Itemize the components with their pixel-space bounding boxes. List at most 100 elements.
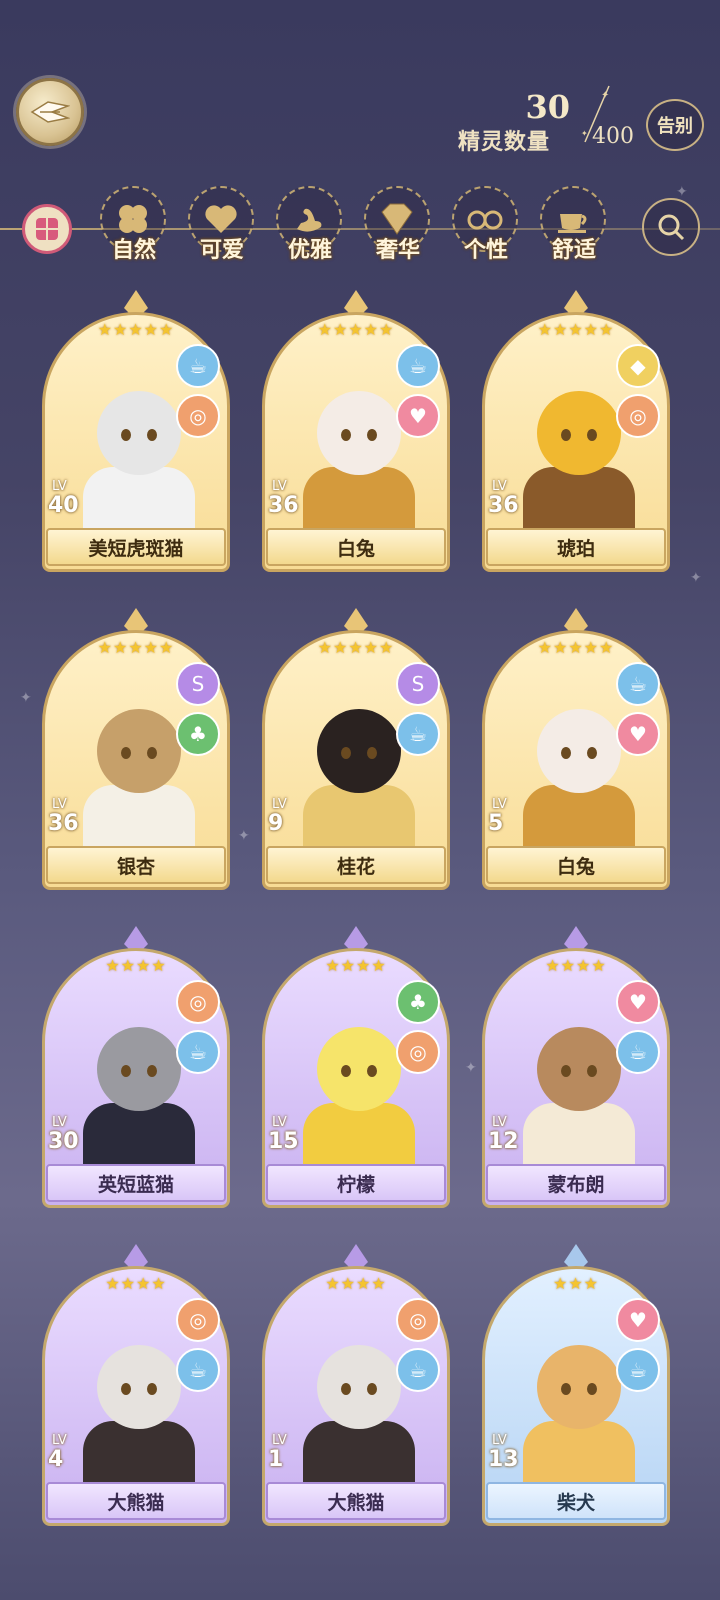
gem-icon: ◆ [616,344,660,388]
spirit-card[interactable]: ★★★★ ◎ ☕ LV 30 英短蓝猫 [42,926,230,1208]
filter-nature[interactable]: 自然 [96,186,172,266]
spirit-card[interactable]: ★★★ ♥ ☕ LV 13 柴犬 [482,1244,670,1526]
star-rating: ★★★★★ [97,638,175,657]
level-value: 36 [488,493,519,518]
level-value: 9 [268,811,284,836]
teacup-icon: ☕ [616,1348,660,1392]
spirit-name: 银杏 [46,846,226,884]
spirit-count-current: 30 [525,88,570,126]
heart-icon: ♥ [616,1298,660,1342]
spirit-card[interactable]: ★★★★ ◎ ☕ LV 1 大熊猫 [262,1244,450,1526]
glasses-icon: ◎ [176,394,220,438]
sparkle-decoration: ✦ [20,690,32,706]
teacup-icon: ☕ [616,1030,660,1074]
teacup-icon: ☕ [176,1348,220,1392]
level-value: 15 [268,1129,299,1154]
star-rating: ★★★★★ [97,320,175,339]
level-value: 36 [268,493,299,518]
level-badge: LV 9 [268,798,287,836]
level-label: LV [52,1115,67,1130]
level-value: 13 [488,1447,519,1472]
teacup-icon: ☕ [396,344,440,388]
spirit-name: 大熊猫 [266,1482,446,1520]
level-value: 30 [48,1129,79,1154]
level-label: LV [272,797,287,812]
heart-icon: ♥ [396,394,440,438]
star-rating: ★★★★★ [537,638,615,657]
level-label: LV [272,1433,287,1448]
spirit-card[interactable]: ★★★★ ◎ ☕ LV 4 大熊猫 [42,1244,230,1526]
filter-all-button[interactable] [22,204,72,254]
star-rating: ★★★★★ [317,320,395,339]
spirit-name: 英短蓝猫 [46,1164,226,1202]
level-badge: LV 1 [268,1434,287,1472]
spirit-name: 白兔 [486,846,666,884]
filter-elegant[interactable]: 优雅 [272,186,348,266]
level-label: LV [492,1433,507,1448]
level-value: 36 [48,811,79,836]
wing-back-icon [30,101,70,123]
level-label: LV [272,479,287,494]
glasses-icon: ◎ [616,394,660,438]
spirit-count-max: 400 [592,124,634,149]
level-badge: LV 36 [488,480,519,518]
search-button[interactable] [642,198,700,256]
search-icon [658,214,685,241]
level-badge: LV 13 [488,1434,519,1472]
spirit-name: 柴犬 [486,1482,666,1520]
swan-icon: S [396,662,440,706]
level-value: 40 [48,493,79,518]
spirit-name: 大熊猫 [46,1482,226,1520]
spirit-card[interactable]: ★★★★ ♥ ☕ LV 12 蒙布朗 [482,926,670,1208]
spirit-card[interactable]: ★★★★★ ◆ ◎ LV 36 琥珀 [482,290,670,572]
filter-label: 舒适 [551,238,596,263]
spirit-card[interactable]: ★★★★★ ☕ ♥ LV 36 白兔 [262,290,450,572]
spirit-card[interactable]: ★★★★★ ☕ ♥ LV 5 白兔 [482,608,670,890]
teacup-icon: ☕ [176,344,220,388]
svg-text:✦: ✦ [601,90,609,101]
spirit-card[interactable]: ★★★★★ S ♣ LV 36 银杏 [42,608,230,890]
filter-label: 奢华 [375,238,420,263]
sparkle-decoration: ✦ [465,1060,477,1076]
level-badge: LV 36 [48,798,79,836]
star-rating: ★★★ [552,1274,600,1293]
filter-label: 优雅 [287,238,332,263]
level-label: LV [492,479,507,494]
filter-label: 可爱 [199,238,244,263]
sparkle-decoration: ✦ [690,570,702,586]
level-badge: LV 36 [268,480,299,518]
spirit-count-label: 精灵数量 [457,130,550,155]
back-button[interactable] [16,78,84,146]
clover-icon: ♣ [176,712,220,756]
spirit-name: 桂花 [266,846,446,884]
grid-icon [36,218,58,240]
spirit-card[interactable]: ★★★★ ♣ ◎ LV 15 柠檬 [262,926,450,1208]
sparkle-decoration: ✦ [238,828,250,844]
teacup-icon: ☕ [396,712,440,756]
star-rating: ★★★★ [325,1274,387,1293]
level-badge: LV 40 [48,480,79,518]
level-value: 12 [488,1129,519,1154]
filter-label: 自然 [111,238,156,263]
glasses-icon: ◎ [396,1030,440,1074]
sparkle-decoration: ✦ [676,184,688,200]
level-label: LV [52,479,67,494]
spirit-name: 柠檬 [266,1164,446,1202]
spirit-name: 蒙布朗 [486,1164,666,1202]
level-label: LV [492,797,507,812]
filter-comfort[interactable]: 舒适 [536,186,612,266]
filter-cute[interactable]: 可爱 [184,186,260,266]
swan-icon: S [176,662,220,706]
spirit-card[interactable]: ★★★★★ ☕ ◎ LV 40 美短虎斑猫 [42,290,230,572]
star-rating: ★★★★ [105,956,167,975]
glasses-icon: ◎ [176,1298,220,1342]
level-label: LV [272,1115,287,1130]
glasses-icon: ◎ [396,1298,440,1342]
spirit-card[interactable]: ★★★★★ S ☕ LV 9 桂花 [262,608,450,890]
level-badge: LV 30 [48,1116,79,1154]
filter-personality[interactable]: 个性 [448,186,524,266]
level-value: 5 [488,811,504,836]
filter-luxury[interactable]: 奢华 [360,186,436,266]
farewell-button[interactable]: 告别 [646,99,704,151]
spirit-name: 琥珀 [486,528,666,566]
